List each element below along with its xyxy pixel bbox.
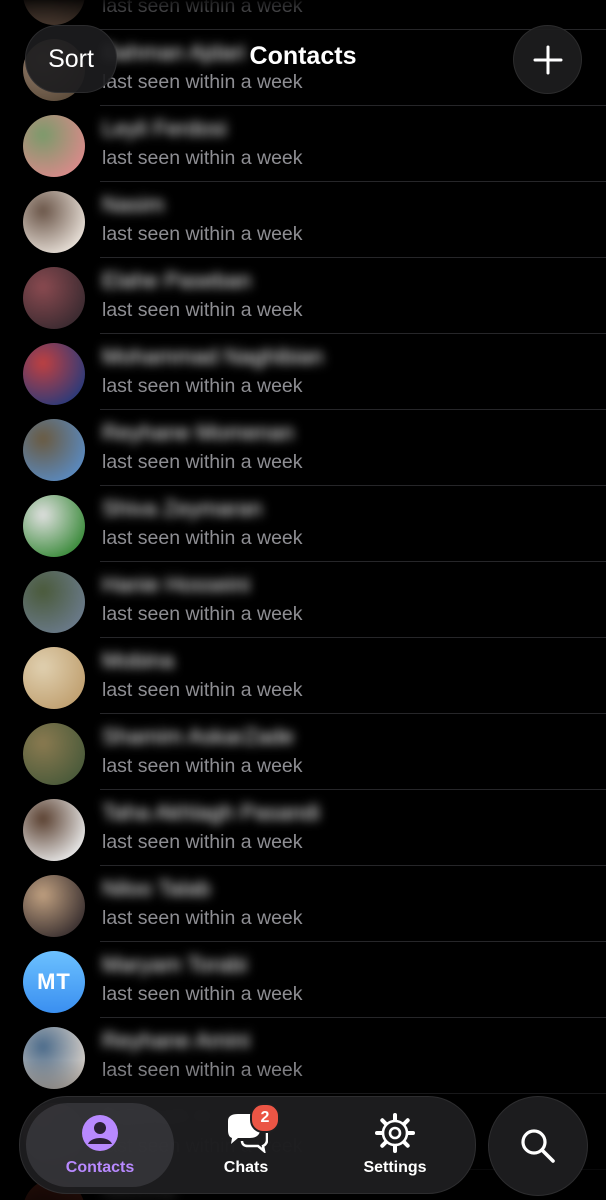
add-contact-button[interactable] xyxy=(513,25,582,94)
chats-icon-wrap: 2 xyxy=(226,1103,280,1153)
tab-chats-label: Chats xyxy=(223,1159,269,1176)
plus-icon xyxy=(533,45,562,74)
contact-list[interactable]: last seen within a weekBahman Ajdarilast… xyxy=(0,0,606,1200)
avatar-photo xyxy=(23,191,85,253)
avatar xyxy=(23,419,85,481)
contact-row[interactable]: Hanie Hosseini last seen within a week xyxy=(0,562,606,638)
contact-status: last seen within a week xyxy=(102,451,303,473)
contact-status: last seen within a week xyxy=(102,831,303,853)
contact-status: last seen within a week xyxy=(102,679,303,701)
avatar xyxy=(23,267,85,329)
gear-icon xyxy=(375,1113,415,1153)
contact-row[interactable]: Shamim AskarZade last seen within a week xyxy=(0,714,606,790)
contact-name: Niloo Talab xyxy=(102,876,211,901)
contact-name: Reyhane Amini xyxy=(102,1028,250,1053)
contact-name: Taha Akhlagh Pasandi xyxy=(102,800,320,825)
avatar xyxy=(23,571,85,633)
contact-status: last seen within a week xyxy=(102,71,303,93)
tab-chats[interactable]: 2 Chats xyxy=(180,1097,312,1193)
contact-status: last seen within a week xyxy=(102,983,303,1005)
tab-settings-label: Settings xyxy=(363,1159,427,1176)
avatar-photo xyxy=(23,571,85,633)
avatar-photo xyxy=(23,495,85,557)
contact-row[interactable]: Taha Akhlagh Pasandi last seen within a w… xyxy=(0,790,606,866)
contact-status: last seen within a week xyxy=(102,755,303,777)
contact-row[interactable]: Shiva Zeymaran last seen within a week xyxy=(0,486,606,562)
tab-contacts-label: Contacts xyxy=(65,1159,135,1176)
avatar-photo xyxy=(23,115,85,177)
tab-settings[interactable]: Settings xyxy=(320,1097,470,1193)
avatar xyxy=(23,191,85,253)
contact-name: Leyli Ferdosi xyxy=(102,116,227,141)
contact-name: Mobina xyxy=(102,648,175,673)
contact-status: last seen within a week xyxy=(102,299,303,321)
contact-row[interactable]: Nasim last seen within a week xyxy=(0,182,606,258)
avatar-photo xyxy=(23,343,85,405)
contact-name: Elahe Paseban xyxy=(102,268,252,293)
avatar xyxy=(23,723,85,785)
avatar-photo xyxy=(23,419,85,481)
contact-row[interactable]: Elahe Paseban last seen within a week xyxy=(0,258,606,334)
contact-status: last seen within a week xyxy=(102,603,303,625)
avatar-photo xyxy=(23,875,85,937)
contact-row[interactable]: Reyhane Momenan last seen within a week xyxy=(0,410,606,486)
contact-name: Shamim AskarZade xyxy=(102,724,294,749)
contact-row[interactable]: Mohammad Naghibian last seen within a wee… xyxy=(0,334,606,410)
tab-bar: Contacts 2 Chats Settings xyxy=(19,1096,476,1194)
avatar xyxy=(23,115,85,177)
contacts-screen: last seen within a weekBahman Ajdarilast… xyxy=(0,0,606,1200)
contact-name: Reyhane Momenan xyxy=(102,420,295,445)
avatar xyxy=(23,495,85,557)
avatar-photo xyxy=(23,647,85,709)
contact-row[interactable]: Niloo Talab last seen within a week xyxy=(0,866,606,942)
contact-status: last seen within a week xyxy=(102,375,303,397)
contact-row[interactable]: Mobina last seen within a week xyxy=(0,638,606,714)
contact-name: Nasim xyxy=(102,192,165,217)
avatar-photo xyxy=(23,267,85,329)
avatar xyxy=(23,343,85,405)
contact-name: Mohammad Naghibian xyxy=(102,344,324,369)
tab-contacts[interactable]: Contacts xyxy=(26,1103,174,1187)
contact-name: Maryam Torabi xyxy=(102,952,248,977)
search-icon xyxy=(521,1129,555,1163)
contact-status: last seen within a week xyxy=(102,147,303,169)
contact-name: Shiva Zeymaran xyxy=(102,496,263,521)
contact-status: last seen within a week xyxy=(102,527,303,549)
avatar xyxy=(23,799,85,861)
search-button[interactable] xyxy=(488,1096,588,1196)
avatar xyxy=(23,647,85,709)
contact-row[interactable]: MT Maryam Torabi last seen within a week xyxy=(0,942,606,1018)
avatar xyxy=(23,875,85,937)
chats-unread-badge: 2 xyxy=(250,1103,280,1133)
contact-row[interactable]: Leyli Ferdosi last seen within a week xyxy=(0,106,606,182)
contact-status: last seen within a week xyxy=(102,907,303,929)
avatar-photo xyxy=(23,799,85,861)
avatar-photo xyxy=(23,723,85,785)
avatar-initials: MT xyxy=(23,951,85,1013)
contact-name: Hanie Hosseini xyxy=(102,572,250,597)
person-icon xyxy=(82,1115,118,1151)
contact-status: last seen within a week xyxy=(102,223,303,245)
